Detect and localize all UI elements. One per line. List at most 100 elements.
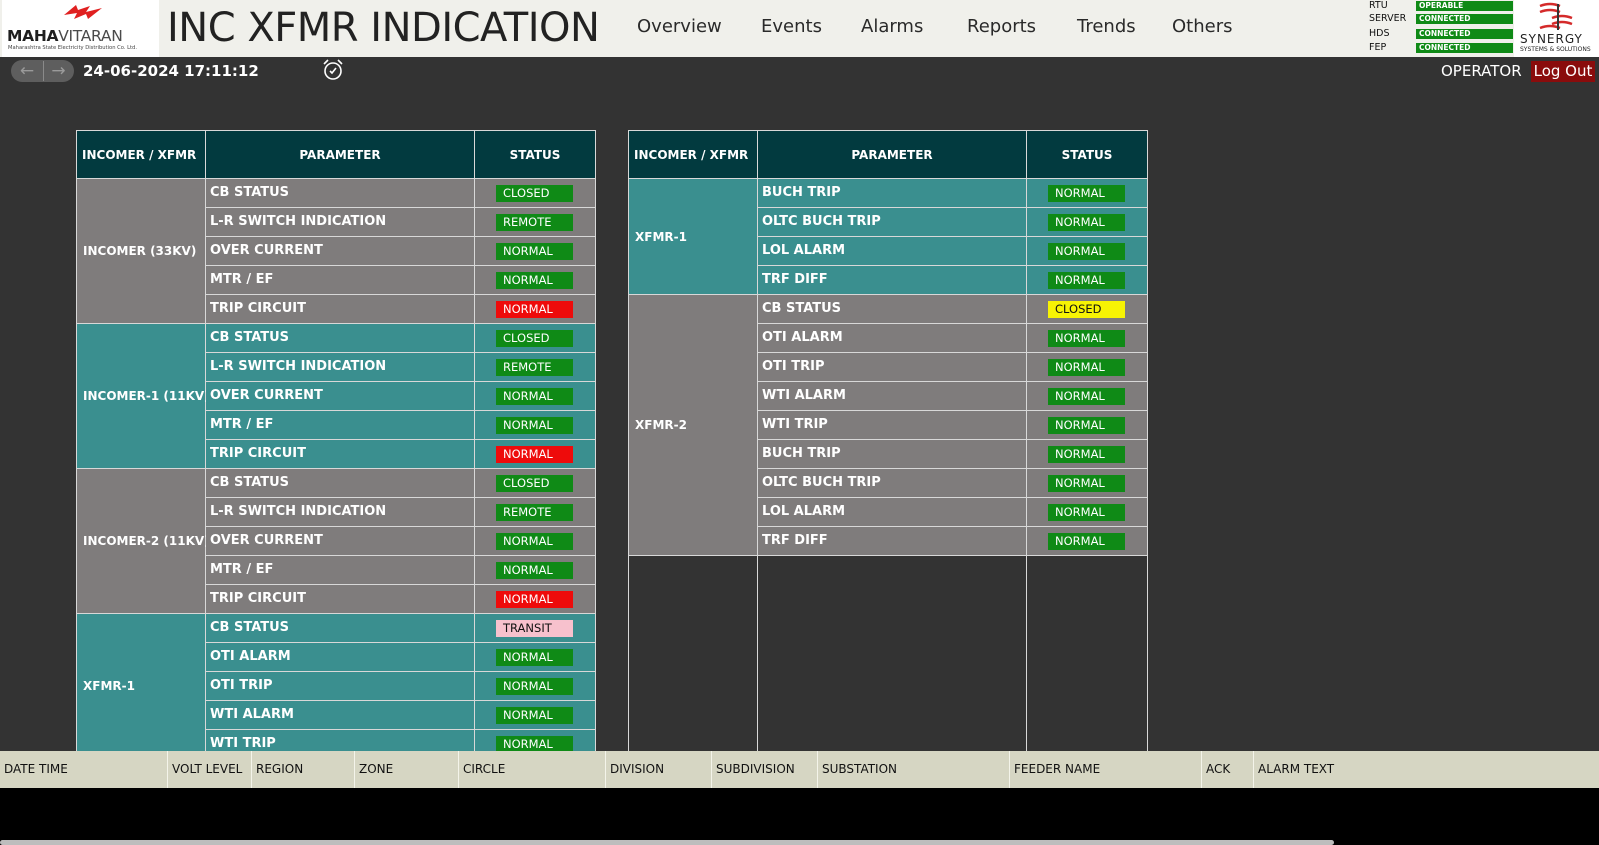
- table-row: WTI ALARM NORMAL: [206, 701, 595, 730]
- parameter-label: OTI ALARM: [758, 324, 1027, 352]
- status-badge[interactable]: NORMAL: [1048, 330, 1125, 347]
- group-xfmr-2: XFMR-2: [629, 295, 758, 556]
- status-badge[interactable]: NORMAL: [1048, 533, 1125, 550]
- table-row: CB STATUS CLOSED: [206, 324, 595, 353]
- column-feeder-name[interactable]: FEEDER NAME: [1010, 751, 1202, 788]
- table-row: WTI TRIP NORMAL: [758, 411, 1147, 440]
- status-badge[interactable]: NORMAL: [496, 562, 573, 579]
- status-badge[interactable]: NORMAL: [496, 649, 573, 666]
- nav-overview[interactable]: Overview: [637, 16, 722, 37]
- nav-trends[interactable]: Trends: [1077, 16, 1136, 37]
- group-incomer-2-11kv: INCOMER-2 (11KV): [77, 469, 210, 614]
- group-xfmr-1: XFMR-1: [77, 614, 206, 759]
- column-volt-level[interactable]: VOLT LEVEL: [168, 751, 252, 788]
- column-division[interactable]: DIVISION: [606, 751, 712, 788]
- parameter-label: OVER CURRENT: [206, 527, 475, 555]
- status-badge[interactable]: NORMAL: [1048, 446, 1125, 463]
- table-row: OTI ALARM NORMAL: [206, 643, 595, 672]
- status-badge[interactable]: CLOSED: [496, 330, 573, 347]
- status-badge[interactable]: NORMAL: [496, 272, 573, 289]
- nav-reports[interactable]: Reports: [967, 16, 1036, 37]
- table-row: OLTC BUCH TRIP NORMAL: [758, 208, 1147, 237]
- status-badge[interactable]: NORMAL: [1048, 475, 1125, 492]
- status-badge: CONNECTED: [1416, 29, 1513, 39]
- parameter-label: TRF DIFF: [758, 527, 1027, 555]
- status-badge[interactable]: CLOSED: [496, 475, 573, 492]
- status-badge[interactable]: REMOTE: [496, 214, 573, 231]
- status-badge[interactable]: NORMAL: [496, 243, 573, 260]
- column-region[interactable]: REGION: [252, 751, 355, 788]
- horizontal-scrollbar[interactable]: [0, 840, 1334, 845]
- parameter-label: TRIP CIRCUIT: [206, 585, 475, 613]
- logout-button[interactable]: Log Out: [1531, 61, 1595, 82]
- top-header: MAHAVITARAN Maharashtra State Electricit…: [0, 0, 1599, 57]
- status-badge[interactable]: NORMAL: [1048, 272, 1125, 289]
- table-row: MTR / EF NORMAL: [206, 266, 595, 295]
- table-row: OVER CURRENT NORMAL: [206, 237, 595, 266]
- synergy-name: SYNERGY: [1520, 32, 1583, 46]
- column-zone[interactable]: ZONE: [355, 751, 459, 788]
- status-badge[interactable]: TRANSIT: [496, 620, 573, 637]
- nav-events[interactable]: Events: [761, 16, 822, 37]
- parameter-label: OVER CURRENT: [206, 382, 475, 410]
- status-badge[interactable]: NORMAL: [1048, 417, 1125, 434]
- column-incomer-xfmr: INCOMER / XFMR: [629, 131, 758, 179]
- table-row: TRF DIFF NORMAL: [758, 527, 1147, 556]
- table-row: MTR / EF NORMAL: [206, 556, 595, 585]
- synergy-tagline: SYSTEMS & SOLUTIONS: [1520, 46, 1591, 53]
- table-row: OVER CURRENT NORMAL: [206, 527, 595, 556]
- parameter-label: CB STATUS: [206, 324, 475, 352]
- column-date-time[interactable]: DATE TIME: [0, 751, 168, 788]
- column-incomer-xfmr: INCOMER / XFMR: [77, 131, 206, 179]
- status-badge[interactable]: NORMAL: [1048, 214, 1125, 231]
- status-badge[interactable]: NORMAL: [1048, 388, 1125, 405]
- status-badge[interactable]: NORMAL: [496, 388, 573, 405]
- parameter-label: BUCH TRIP: [758, 179, 1027, 207]
- table-row: MTR / EF NORMAL: [206, 411, 595, 440]
- back-arrow-icon[interactable]: ←: [12, 61, 42, 81]
- parameter-label: OTI ALARM: [206, 643, 475, 671]
- status-badge[interactable]: NORMAL: [496, 533, 573, 550]
- column-circle[interactable]: CIRCLE: [459, 751, 606, 788]
- alarm-clock-icon[interactable]: [321, 58, 345, 82]
- lightning-bolt-icon: [64, 5, 102, 19]
- status-badge[interactable]: NORMAL: [496, 591, 573, 608]
- synergy-logo: SYNERGY SYSTEMS & SOLUTIONS: [1514, 0, 1599, 57]
- status-badge[interactable]: NORMAL: [496, 417, 573, 434]
- forward-arrow-icon[interactable]: →: [43, 61, 73, 81]
- column-subdivision[interactable]: SUBDIVISION: [712, 751, 818, 788]
- status-badge[interactable]: NORMAL: [1048, 185, 1125, 202]
- logo-tagline: Maharashtra State Electricity Distributi…: [8, 45, 137, 51]
- table-row: OTI ALARM NORMAL: [758, 324, 1147, 353]
- parameter-label: LOL ALARM: [758, 498, 1027, 526]
- parameter-label: BUCH TRIP: [758, 440, 1027, 468]
- status-badge[interactable]: NORMAL: [496, 707, 573, 724]
- column-parameter: PARAMETER: [758, 131, 1027, 179]
- status-badge: CONNECTED: [1416, 14, 1513, 24]
- status-badge[interactable]: REMOTE: [496, 359, 573, 376]
- right-indication-table: INCOMER / XFMR PARAMETER STATUS XFMR-1 BUCH …: [628, 130, 1148, 755]
- column-alarm-text[interactable]: ALARM TEXT: [1254, 751, 1599, 788]
- parameter-label: WTI ALARM: [758, 382, 1027, 410]
- nav-alarms[interactable]: Alarms: [861, 16, 923, 37]
- status-badge[interactable]: NORMAL: [1048, 504, 1125, 521]
- status-badge[interactable]: REMOTE: [496, 504, 573, 521]
- table-row: OLTC BUCH TRIP NORMAL: [758, 469, 1147, 498]
- table-row: TRIP CIRCUIT NORMAL: [206, 440, 595, 469]
- status-badge[interactable]: NORMAL: [1048, 359, 1125, 376]
- status-badge[interactable]: CLOSED: [496, 185, 573, 202]
- column-substation[interactable]: SUBSTATION: [818, 751, 1010, 788]
- table-row: TRIP CIRCUIT NORMAL: [206, 585, 595, 614]
- status-badge[interactable]: NORMAL: [496, 301, 573, 318]
- column-ack[interactable]: ACK: [1202, 751, 1254, 788]
- status-badge[interactable]: CLOSED: [1048, 301, 1125, 318]
- parameter-label: TRIP CIRCUIT: [206, 440, 475, 468]
- status-badge[interactable]: NORMAL: [496, 678, 573, 695]
- status-badge[interactable]: NORMAL: [496, 446, 573, 463]
- nav-others[interactable]: Others: [1172, 16, 1233, 37]
- status-badge[interactable]: NORMAL: [1048, 243, 1125, 260]
- table-row: OTI TRIP NORMAL: [206, 672, 595, 701]
- table-row: LOL ALARM NORMAL: [758, 237, 1147, 266]
- group-incomer-33kv: INCOMER (33KV): [77, 179, 206, 324]
- parameter-label: MTR / EF: [206, 556, 475, 584]
